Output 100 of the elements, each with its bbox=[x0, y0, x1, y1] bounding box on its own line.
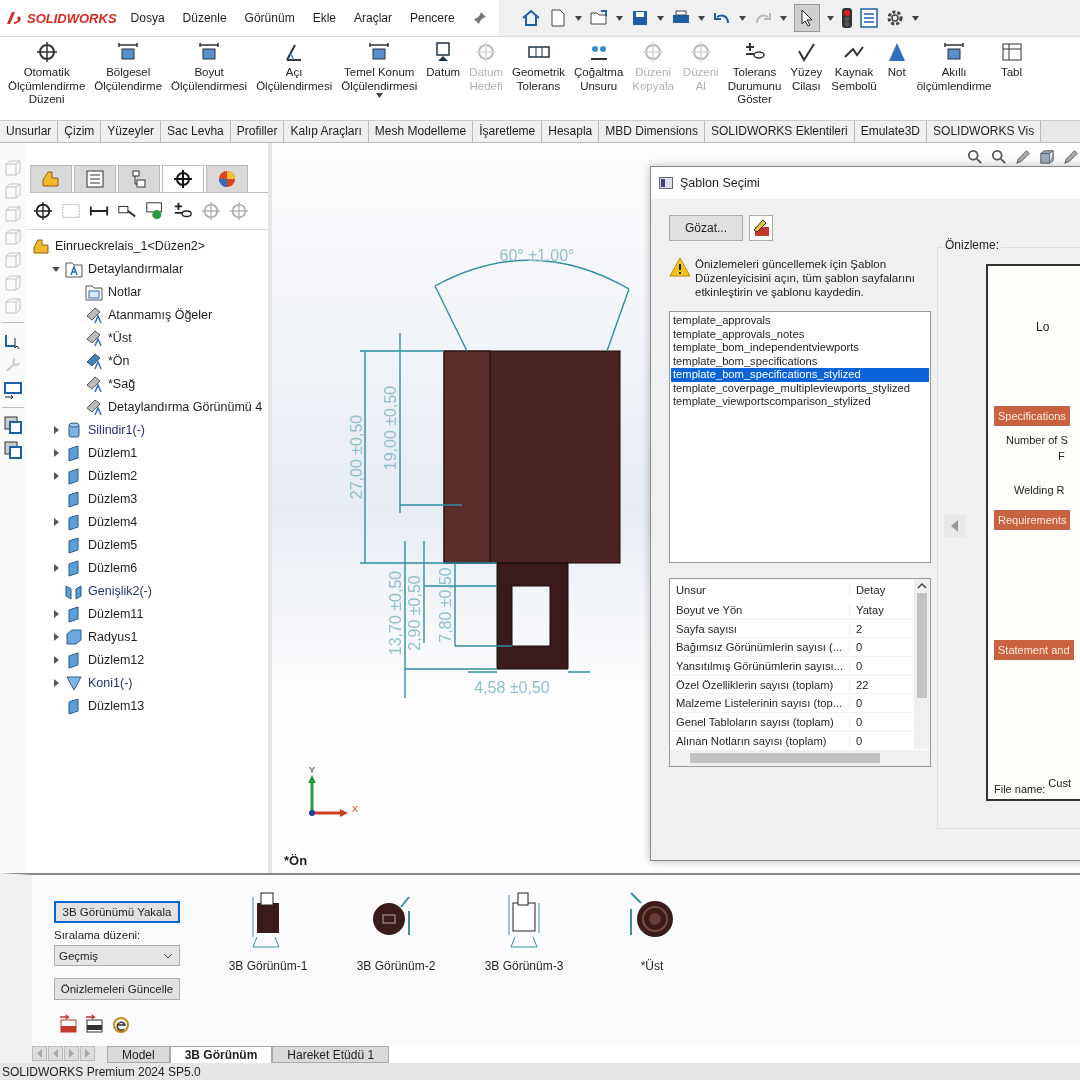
ribbon-button[interactable]: Akıllı ölçümlendirme bbox=[914, 39, 994, 120]
open-folder-icon[interactable] bbox=[588, 8, 609, 28]
tab[interactable]: MBD Dimensions bbox=[599, 121, 705, 142]
step-export-icon[interactable] bbox=[84, 1014, 104, 1034]
expand-arrow-icon[interactable] bbox=[52, 563, 60, 572]
pdf-edit-button[interactable] bbox=[749, 215, 773, 241]
caret-icon[interactable] bbox=[826, 15, 834, 21]
expand-arrow-icon[interactable] bbox=[52, 517, 60, 526]
template-item[interactable]: template_approvals_notes bbox=[671, 327, 929, 341]
tree-item[interactable]: Detaylandırmalar bbox=[88, 261, 184, 276]
ribbon-button[interactable]: Tabl bbox=[998, 39, 1025, 120]
panel-tab[interactable] bbox=[162, 165, 204, 192]
menu-item[interactable]: Düzenle bbox=[182, 11, 227, 25]
tree-item[interactable]: Düzlem5 bbox=[88, 537, 138, 552]
home-icon[interactable] bbox=[520, 8, 541, 28]
ribbon-button[interactable]: Tolerans Durumunu Göster bbox=[725, 39, 784, 120]
expand-arrow-icon[interactable] bbox=[52, 609, 60, 618]
template-item[interactable]: template_bom_specifications_stylized bbox=[671, 368, 929, 382]
tab[interactable]: Profiller bbox=[230, 121, 285, 142]
capture-view-button[interactable]: 3B Görünümü Yakala bbox=[54, 901, 180, 923]
tree-item[interactable]: Genişlik2(-) bbox=[88, 583, 152, 598]
template-item[interactable]: template_approvals bbox=[671, 314, 929, 328]
expand-arrow-icon[interactable] bbox=[52, 264, 60, 273]
ribbon-button[interactable]: Not bbox=[883, 39, 910, 120]
box-icon[interactable] bbox=[1038, 149, 1056, 165]
tab[interactable]: Hesapla bbox=[542, 121, 600, 142]
tab[interactable]: Çizim bbox=[58, 121, 102, 142]
tree-item[interactable]: Düzlem12 bbox=[88, 652, 145, 667]
tab[interactable]: Emulate3D bbox=[854, 121, 928, 142]
expand-arrow-icon[interactable] bbox=[52, 632, 60, 641]
tree-item[interactable]: Koni1(-) bbox=[88, 675, 133, 690]
caret-icon[interactable] bbox=[911, 15, 919, 21]
traffic-light-icon[interactable] bbox=[840, 7, 853, 29]
list-icon[interactable] bbox=[859, 8, 878, 28]
expand-arrow-icon[interactable] bbox=[52, 655, 60, 664]
caret-icon[interactable] bbox=[615, 15, 623, 21]
expand-arrow-icon[interactable] bbox=[52, 425, 60, 434]
ribbon-button[interactable]: Temel Konum Ölçülendirmesi bbox=[339, 39, 420, 120]
tree-item[interactable]: Atanmamış Öğeler bbox=[108, 307, 213, 322]
caret-icon[interactable] bbox=[574, 15, 582, 21]
caret-icon[interactable] bbox=[375, 93, 383, 98]
tree-item[interactable]: Düzlem3 bbox=[88, 491, 138, 506]
tree-item[interactable]: Düzlem6 bbox=[88, 560, 138, 575]
tab[interactable]: Yüzeyler bbox=[101, 121, 162, 142]
tab[interactable]: Unsurlar bbox=[0, 121, 59, 142]
tree-item[interactable]: Düzlem4 bbox=[88, 514, 138, 529]
pin-icon[interactable] bbox=[472, 11, 487, 25]
tab[interactable]: Kalıp Araçları bbox=[284, 121, 369, 142]
caret-icon[interactable] bbox=[779, 15, 787, 21]
ribbon-button[interactable]: Boyut Ölçülendirmesi bbox=[169, 39, 250, 120]
ribbon-button[interactable]: Bölgesel Ölçülendirme bbox=[92, 39, 165, 120]
ribbon-button[interactable]: Çoğaltma Unsuru bbox=[572, 39, 626, 120]
tab[interactable]: İşaretleme bbox=[473, 121, 543, 142]
ribbon-button[interactable]: Kaynak Sembolü bbox=[829, 39, 879, 120]
search-icon[interactable] bbox=[966, 149, 984, 165]
search-icon[interactable] bbox=[990, 149, 1008, 165]
tree-item[interactable]: Düzlem1 bbox=[88, 445, 138, 460]
edrawings-icon[interactable] bbox=[110, 1014, 130, 1034]
tab[interactable]: SOLIDWORKS Eklentileri bbox=[704, 121, 855, 142]
tree-item[interactable]: *Sağ bbox=[108, 376, 136, 391]
template-item[interactable]: template_bom_independentviewports bbox=[671, 341, 929, 355]
template-item[interactable]: template_viewportscomparison_stylized bbox=[671, 395, 929, 409]
windows-icon[interactable] bbox=[3, 440, 23, 460]
menu-item[interactable]: Pencere bbox=[410, 11, 455, 25]
ribbon-button[interactable]: Geometrik Tolerans bbox=[510, 39, 568, 120]
tree-item[interactable]: Düzlem13 bbox=[88, 698, 145, 713]
browse-button[interactable]: Gözat... bbox=[669, 215, 743, 241]
sort-dropdown[interactable]: Geçmiş bbox=[54, 945, 180, 966]
column-header[interactable]: Unsur bbox=[670, 584, 850, 596]
expand-arrow-icon[interactable] bbox=[52, 448, 60, 457]
expand-arrow-icon[interactable] bbox=[52, 471, 60, 480]
tree-item[interactable]: Silindir1(-) bbox=[88, 422, 145, 437]
column-header[interactable]: Detay bbox=[850, 584, 886, 596]
template-item[interactable]: template_bom_specifications bbox=[671, 354, 929, 368]
screen-icon[interactable] bbox=[3, 380, 23, 400]
tree-item[interactable]: Einrueckrelais_1<Düzen2> bbox=[55, 238, 206, 253]
menu-item[interactable]: Ekle bbox=[312, 11, 336, 25]
pdf-export-icon[interactable] bbox=[58, 1014, 78, 1034]
horizontal-scrollbar[interactable] bbox=[670, 750, 930, 766]
template-item[interactable]: template_coverpage_multipleviewports_stylized bbox=[671, 381, 929, 395]
tab[interactable]: Mesh Modelleme bbox=[368, 121, 474, 142]
vertical-scrollbar[interactable] bbox=[914, 579, 930, 749]
crosshair-icon[interactable] bbox=[32, 201, 54, 221]
select-button[interactable] bbox=[793, 4, 820, 32]
tree-item[interactable]: Notlar bbox=[108, 284, 142, 299]
tree-item[interactable]: Radyus1 bbox=[88, 629, 138, 644]
menu-item[interactable]: Dosya bbox=[130, 11, 165, 25]
caret-icon[interactable] bbox=[656, 15, 664, 21]
menu-item[interactable]: Görünüm bbox=[244, 11, 295, 25]
sheet-tab[interactable]: Hareket Etüdü 1 bbox=[272, 1046, 390, 1063]
ribbon-button[interactable]: Datum bbox=[424, 39, 463, 120]
ribbon-button[interactable]: Yüzey Cilası bbox=[788, 39, 825, 120]
tree-item[interactable]: Düzlem2 bbox=[88, 468, 138, 483]
sheet-tab[interactable]: 3B Görünüm bbox=[169, 1046, 273, 1063]
ribbon-button[interactable]: Açı Ölçülendirmesi bbox=[254, 39, 335, 120]
tab[interactable]: SOLIDWORKS Vis bbox=[927, 121, 1042, 142]
tree-item[interactable]: *Üst bbox=[108, 330, 132, 345]
sheet-tab[interactable]: Model bbox=[107, 1046, 170, 1063]
menu-item[interactable]: Araçlar bbox=[354, 11, 392, 25]
caret-icon[interactable] bbox=[697, 15, 705, 21]
